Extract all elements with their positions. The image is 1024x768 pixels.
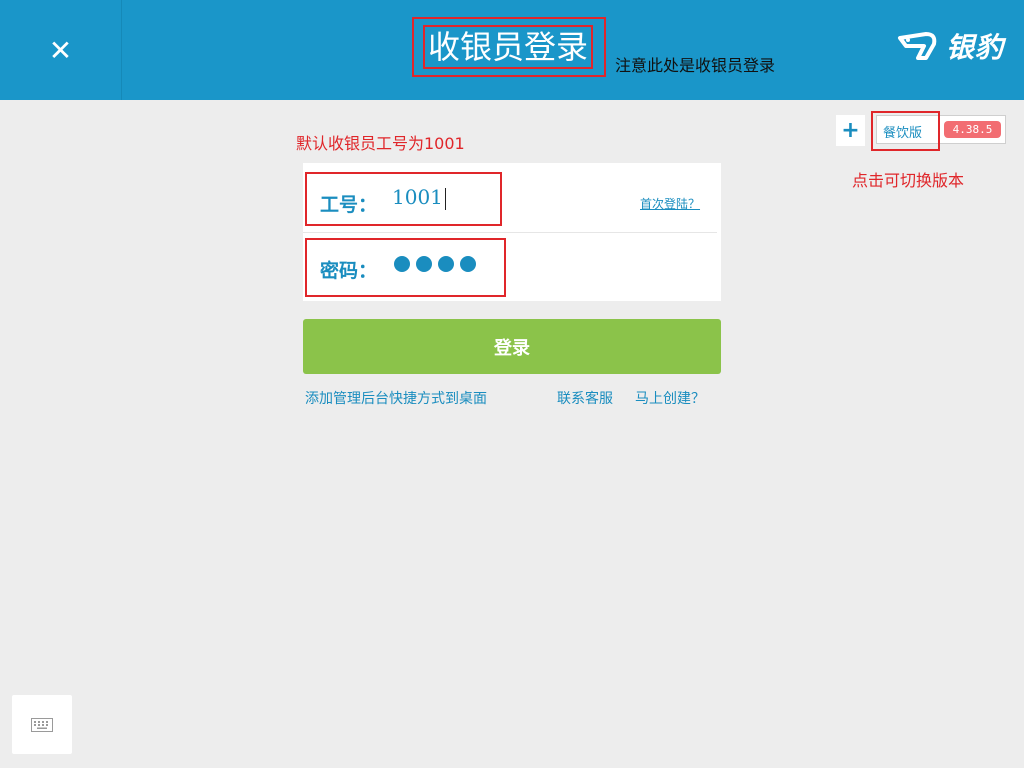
keyboard-icon [31, 717, 53, 732]
keyboard-button[interactable] [12, 695, 72, 754]
password-mask-dot [438, 256, 454, 272]
contact-support-link[interactable]: 联系客服 [557, 388, 613, 408]
row-divider [303, 232, 717, 233]
brand-name: 银豹 [946, 31, 1005, 64]
leopard-logo-icon [898, 32, 937, 60]
id-input[interactable]: 1001 [392, 185, 446, 210]
default-id-note: 默认收银员工号为1001 [296, 134, 465, 153]
close-button[interactable]: ✕ [0, 0, 122, 100]
create-now-link[interactable]: 马上创建？ [635, 388, 705, 408]
switch-edition-note: 点击可切换版本 [852, 171, 965, 190]
close-icon: ✕ [48, 33, 73, 67]
edition-highlight-box [871, 111, 940, 151]
top-bar: ✕ 收银员登录 银豹 [0, 0, 1024, 100]
plus-icon: + [841, 118, 860, 143]
password-mask-dot [460, 256, 476, 272]
password-input[interactable] [394, 256, 476, 272]
password-label: 密码： [320, 260, 378, 282]
login-form: 工号： 1001 首次登陆？ 密码： [303, 163, 721, 301]
password-mask-dot [416, 256, 432, 272]
text-caret [444, 187, 446, 210]
title-note: 注意此处是收银员登录 [615, 56, 776, 75]
password-mask-dot [394, 256, 410, 272]
page-title: 收银员登录 [423, 25, 593, 69]
add-shortcut-link[interactable]: 添加管理后台快捷方式到桌面 [305, 388, 487, 408]
id-value: 1001 [392, 185, 443, 209]
title-highlight-box: 收银员登录 [412, 17, 606, 77]
first-login-link[interactable]: 首次登陆？ [640, 195, 700, 212]
id-label: 工号： [320, 194, 378, 216]
version-badge: 4.38.5 [944, 121, 1001, 138]
add-button[interactable]: + [836, 115, 865, 146]
brand-logo: 银豹 [896, 26, 1016, 66]
login-button[interactable]: 登录 [303, 319, 721, 374]
